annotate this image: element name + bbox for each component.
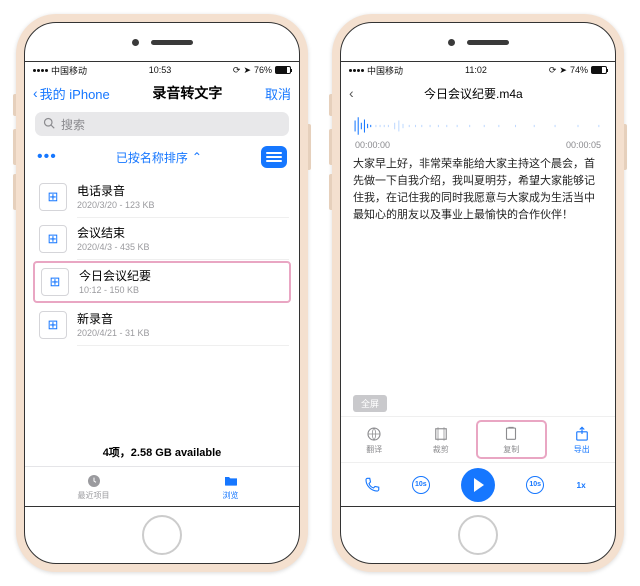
- view-list-button[interactable]: [261, 146, 287, 168]
- tool-label: 导出: [574, 444, 590, 455]
- carrier-label: 中国移动: [51, 64, 87, 77]
- search-input[interactable]: 搜索: [35, 112, 289, 136]
- battery-icon: [591, 66, 607, 74]
- file-name: 会议结束: [77, 226, 150, 242]
- tool-translate[interactable]: 翻译: [341, 417, 408, 462]
- svg-text:1x: 1x: [577, 481, 587, 490]
- status-bar: 中国移动 11:02 ⟳ ➤ 74%: [341, 62, 615, 78]
- skip-back-button[interactable]: 10s: [412, 476, 430, 494]
- location-icon: ➤: [243, 65, 251, 76]
- battery-pct: 76%: [254, 65, 272, 75]
- storage-footer: 4项，2.58 GB available: [25, 440, 299, 466]
- chevron-up-icon: ⌃: [192, 150, 202, 164]
- transcript-text[interactable]: 大家早上好，非常荣幸能给大家主持这个晨会，首先做一下自我介绍，我叫夏明芬，希望大…: [353, 156, 603, 224]
- clock: 10:53: [149, 65, 172, 75]
- tab-bar: 最近项目 浏览: [25, 466, 299, 506]
- back-label: 我的 iPhone: [40, 84, 110, 103]
- home-button[interactable]: [458, 515, 498, 555]
- phone-left: 中国移动 10:53 ⟳ ➤ 76% ‹ 我的 iPhone 录音转文字 取消: [16, 14, 308, 572]
- location-icon: ➤: [559, 65, 567, 76]
- sort-button[interactable]: 已按名称排序 ⌃: [116, 149, 202, 166]
- waveform[interactable]: [341, 108, 615, 138]
- file-row[interactable]: ⊞ 电话录音 2020/3/20 - 123 KB: [25, 176, 299, 218]
- page-title: 今日会议纪要.m4a: [424, 85, 523, 102]
- tab-browse[interactable]: 浏览: [162, 467, 299, 506]
- chevron-left-icon: ‹: [33, 86, 38, 100]
- folder-icon: [222, 473, 240, 489]
- clock-icon: [85, 473, 103, 489]
- audio-file-icon: ⊞: [39, 183, 67, 211]
- audio-file-icon: ⊞: [39, 311, 67, 339]
- tool-copy[interactable]: 复制: [476, 420, 547, 459]
- sort-label-text: 已按名称排序: [116, 149, 188, 166]
- file-meta: 2020/4/21 - 31 KB: [77, 328, 150, 338]
- file-meta: 2020/4/3 - 435 KB: [77, 242, 150, 252]
- audio-file-icon: ⊞: [39, 225, 67, 253]
- file-name: 新录音: [77, 312, 150, 328]
- tool-label: 翻译: [366, 444, 382, 455]
- home-button[interactable]: [142, 515, 182, 555]
- file-meta: 10:12 - 150 KB: [79, 285, 151, 295]
- rotation-lock-icon: ⟳: [549, 65, 557, 76]
- file-row[interactable]: ⊞ 新录音 2020/4/21 - 31 KB: [25, 304, 299, 346]
- carrier-label: 中国移动: [367, 64, 403, 77]
- export-icon: [572, 425, 592, 443]
- file-row-highlighted[interactable]: ⊞ 今日会议纪要 10:12 - 150 KB: [33, 261, 291, 303]
- tool-label: 裁剪: [433, 444, 449, 455]
- page-title: 录音转文字: [152, 83, 222, 103]
- signal-icon: [33, 69, 48, 72]
- speed-button[interactable]: 1x: [575, 476, 593, 494]
- clock: 11:02: [465, 65, 487, 75]
- file-name: 今日会议纪要: [79, 269, 151, 285]
- nav-bar: ‹ 我的 iPhone 录音转文字 取消: [25, 78, 299, 108]
- tool-export[interactable]: 导出: [549, 417, 616, 462]
- more-menu-button[interactable]: •••: [37, 148, 57, 166]
- tab-label: 最近项目: [78, 490, 110, 501]
- phone-right: 中国移动 11:02 ⟳ ➤ 74% ‹ 今日会议纪要.m4a: [332, 14, 624, 572]
- back-button[interactable]: ‹: [349, 86, 354, 100]
- battery-icon: [275, 66, 291, 74]
- back-button[interactable]: ‹ 我的 iPhone: [33, 84, 110, 103]
- copy-icon: [501, 425, 521, 443]
- play-button[interactable]: [461, 468, 495, 502]
- file-meta: 2020/3/20 - 123 KB: [77, 200, 155, 210]
- skip-forward-button[interactable]: 10s: [526, 476, 544, 494]
- nav-bar: ‹ 今日会议纪要.m4a: [341, 78, 615, 108]
- tab-recent[interactable]: 最近项目: [25, 467, 162, 506]
- tab-label: 浏览: [223, 490, 239, 501]
- trim-icon: [431, 425, 451, 443]
- tool-row: 翻译 裁剪 复制 导出: [341, 416, 615, 462]
- play-row: 10s 10s 1x: [341, 462, 615, 506]
- audio-file-icon: ⊞: [41, 268, 69, 296]
- rotation-lock-icon: ⟳: [233, 65, 241, 76]
- file-list: ⊞ 电话录音 2020/3/20 - 123 KB ⊞ 会议结束 2020/4/…: [25, 174, 299, 440]
- file-name: 电话录音: [77, 184, 155, 200]
- time-end: 00:00:05: [566, 140, 601, 150]
- tool-label: 复制: [503, 444, 519, 455]
- signal-icon: [349, 69, 364, 72]
- cancel-button[interactable]: 取消: [265, 84, 291, 103]
- fullscreen-button[interactable]: 全屏: [353, 395, 387, 412]
- status-bar: 中国移动 10:53 ⟳ ➤ 76%: [25, 62, 299, 78]
- search-icon: [43, 117, 55, 132]
- translate-icon: [364, 425, 384, 443]
- time-start: 00:00:00: [355, 140, 390, 150]
- battery-pct: 74%: [570, 65, 588, 75]
- search-placeholder: 搜索: [61, 116, 85, 133]
- file-row[interactable]: ⊞ 会议结束 2020/4/3 - 435 KB: [25, 218, 299, 260]
- tool-trim[interactable]: 裁剪: [408, 417, 475, 462]
- call-icon[interactable]: [363, 476, 381, 494]
